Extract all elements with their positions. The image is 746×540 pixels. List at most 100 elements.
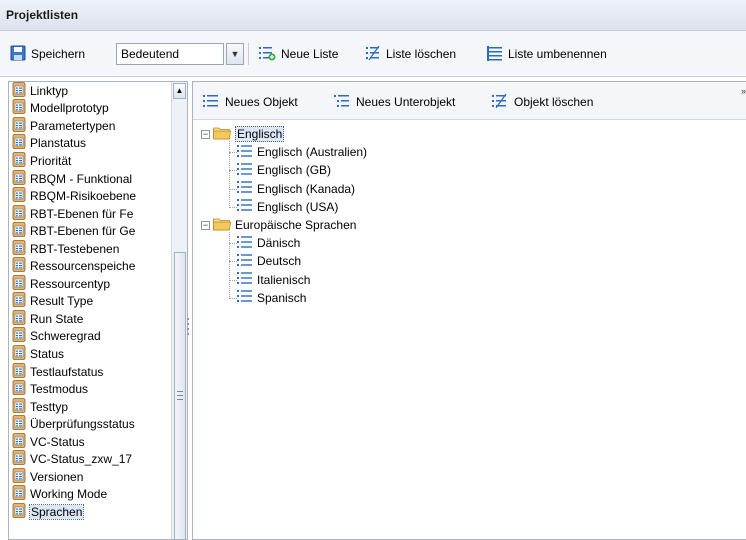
overflow-chevron-icon[interactable]: » [741,86,746,96]
tree-item-node[interactable]: Englisch (USA) [237,198,338,216]
lists-panel: Linktyp Modellprototyp Parametertypen Plans… [8,81,188,540]
list-table-icon [12,415,26,433]
list-item[interactable]: Result Type [9,292,172,311]
tree-connector [229,243,237,245]
tree-connector [229,279,237,281]
tree-folder-label: Europäische Sprachen [235,218,357,232]
delete-object-button[interactable]: Objekt löschen [492,92,593,112]
filter-select[interactable]: Bedeutend [116,43,224,65]
list-item[interactable]: Schweregrad [9,327,172,346]
tree-item-label: Englisch (GB) [257,163,332,178]
list-item-label: RBQM - Funktional [30,171,133,186]
save-button[interactable]: Speichern [10,43,85,65]
lists-list: Linktyp Modellprototyp Parametertypen Plans… [9,82,172,521]
list-table-icon [12,292,26,310]
list-item[interactable]: RBQM - Funktional [9,169,172,188]
new-object-label: Neues Objekt [225,95,298,109]
scroll-up-icon[interactable]: ▲ [173,83,186,99]
list-item[interactable]: Ressourcenspeiche [9,257,172,275]
list-item[interactable]: VC-Status [9,432,172,451]
list-item-label: Ressourcentyp [30,276,111,291]
new-object-button[interactable]: Neues Objekt [203,92,298,112]
list-item-label: RBT-Ebenen für Fe [30,206,134,221]
tree-item-node[interactable]: Italienisch [237,271,310,289]
list-item[interactable]: Planstatus [9,134,172,153]
list-item[interactable]: Überprüfungsstatus [9,415,172,433]
list-item[interactable]: Linktyp [9,82,172,100]
tree-folder-node[interactable]: − Europäische Sprachen [201,216,356,234]
list-item-label: Modellprototyp [30,101,109,116]
tree-item-label: Englisch (Kanada) [257,181,356,196]
list-item[interactable]: RBQM-Risikoebene [9,187,172,205]
tree-item-node[interactable]: Deutsch [237,252,301,270]
list-table-icon [12,222,26,240]
list-table-icon [12,274,26,293]
tree-item-node[interactable]: Englisch (Kanada) [237,180,355,198]
list-item-label: Run State [30,311,84,326]
list-item-label: Testmodus [30,382,89,397]
new-object-icon [203,94,219,111]
tree-item-node[interactable]: Dänisch [237,234,300,252]
list-item[interactable]: Parametertypen [9,116,172,135]
list-item[interactable]: Run State [9,309,172,328]
scroll-thumb[interactable] [174,252,186,539]
tree-item-label: Italienisch [257,272,311,287]
collapse-icon[interactable]: − [201,220,210,230]
list-item[interactable]: Status [9,345,172,363]
list-item[interactable]: Ressourcentyp [9,274,172,293]
list-item[interactable]: VC-Status_zxw_17 [9,450,172,468]
list-item-label: RBT-Ebenen für Ge [30,224,136,239]
pane-splitter[interactable] [186,318,190,342]
list-table-icon [12,169,26,188]
collapse-icon[interactable]: − [201,129,210,139]
save-button-label: Speichern [31,47,86,61]
list-entry-icon [237,253,253,270]
new-subobject-button[interactable]: Neues Unterobjekt [334,92,455,112]
list-item-label: Sprachen [28,503,85,520]
list-item[interactable]: RBT-Testebenen [9,239,172,258]
list-table-icon [12,239,26,258]
tree-item-label: Englisch (Australien) [257,145,368,160]
tree-item-node[interactable]: Englisch (GB) [237,161,331,179]
tree-connector [229,261,237,263]
list-item[interactable]: Working Mode [9,485,172,504]
tree-connector [229,152,237,154]
lists-scrollbar[interactable]: ▲ [171,82,187,539]
delete-list-button[interactable]: Liste löschen [365,43,456,65]
toolbar-divider [248,43,249,65]
new-list-label: Neue Liste [281,47,339,61]
tree-folder-node[interactable]: − Englisch [201,125,285,143]
list-item[interactable]: Testtyp [9,397,172,416]
list-item-label: Planstatus [30,136,87,151]
list-item[interactable]: Sprachen [9,503,172,521]
list-table-icon [12,152,26,170]
list-item[interactable]: RBT-Ebenen für Fe [9,204,172,223]
objects-toolbar: Neues Objekt Neues Unterobjekt Objekt lö… [193,82,746,120]
rename-list-button[interactable]: Liste umbenennen [487,43,607,65]
list-item[interactable]: Modellprototyp [9,99,172,118]
list-table-icon [12,99,26,117]
list-item[interactable]: Testmodus [9,380,172,398]
list-entry-icon [237,271,253,288]
rename-list-label: Liste umbenennen [508,47,607,61]
tree-folder-label: Englisch [235,126,285,142]
tree-item-node[interactable]: Englisch (Australien) [237,143,367,161]
new-list-button[interactable]: Neue Liste [258,43,338,65]
list-table-icon [12,187,26,205]
list-item-label: Linktyp [30,83,69,98]
tree-connector [229,297,237,299]
list-item[interactable]: Versionen [9,467,172,486]
save-icon [10,45,26,64]
tree-item-node[interactable]: Spanisch [237,289,306,307]
list-table-icon [12,467,26,486]
tree-connector [229,188,237,190]
list-item-label: Testtyp [30,399,69,414]
list-item-label: Status [30,346,65,361]
tree-connector [229,232,230,297]
chevron-down-icon[interactable]: ▼ [226,43,244,65]
list-table-icon [12,134,26,152]
list-table-icon [12,257,26,275]
list-item[interactable]: Priorität [9,152,172,170]
list-item[interactable]: RBT-Ebenen für Ge [9,222,172,240]
list-item[interactable]: Testlaufstatus [9,362,172,381]
